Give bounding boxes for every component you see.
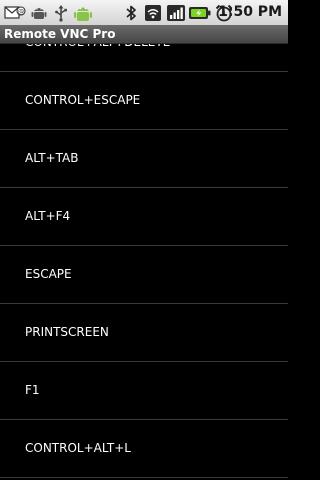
list-item[interactable]: PRINTSCREEN <box>0 304 288 362</box>
list-item[interactable]: F1 <box>0 362 288 420</box>
list-item[interactable]: CONTROL+ESCAPE <box>0 72 288 130</box>
key-combination-label: PRINTSCREEN <box>25 325 109 339</box>
key-combination-label: ALT+TAB <box>25 151 79 165</box>
list-item[interactable]: ALT+F4 <box>0 188 288 246</box>
title-bar: Remote VNC Pro <box>0 25 288 44</box>
key-combination-label: CONTROL+ALT+L <box>25 441 131 455</box>
list-item[interactable]: ESCAPE <box>0 246 288 304</box>
key-combination-label: ALT+F4 <box>25 209 71 223</box>
key-combination-label: CONTROL+ESCAPE <box>25 93 141 107</box>
key-combination-list: CONTROL+ALT+DELETE CONTROL+ESCAPE ALT+TA… <box>0 14 288 478</box>
list-item[interactable]: CONTROL+ALT+L <box>0 420 288 478</box>
key-combination-label: ESCAPE <box>25 267 72 281</box>
list-item[interactable]: ALT+TAB <box>0 130 288 188</box>
key-combination-label: F1 <box>25 383 40 397</box>
app-title: Remote VNC Pro <box>4 27 116 41</box>
